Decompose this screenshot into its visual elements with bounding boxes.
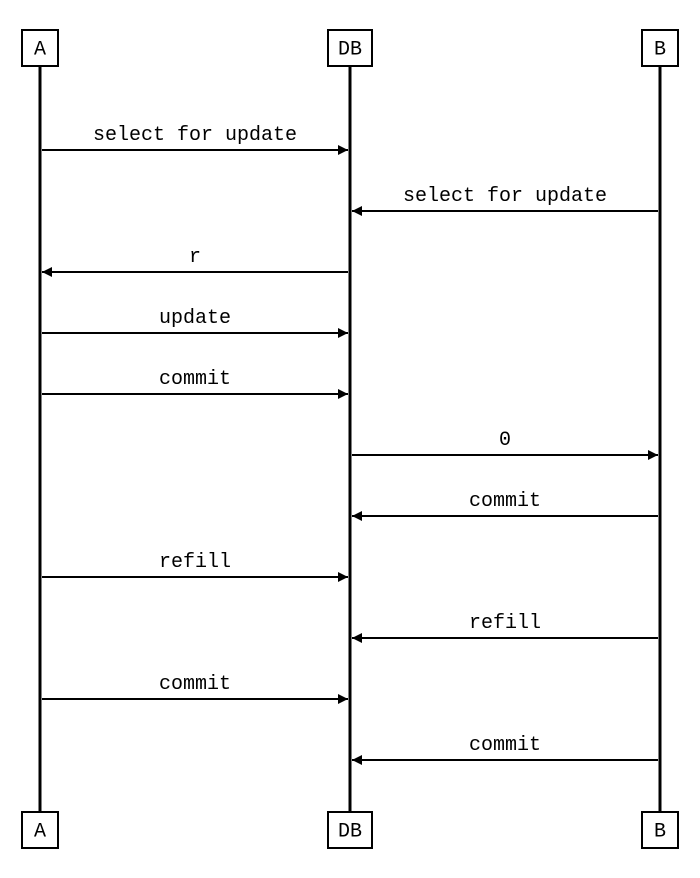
message-label-9: commit — [159, 673, 231, 696]
actor-label-b-top: B — [654, 38, 666, 61]
actor-label-a-bottom: A — [34, 820, 46, 843]
message-label-4: commit — [159, 368, 231, 391]
message-label-5: 0 — [499, 429, 511, 452]
message-label-8: refill — [469, 612, 541, 635]
message-label-3: update — [159, 307, 231, 330]
message-label-6: commit — [469, 490, 541, 513]
message-label-7: refill — [159, 551, 231, 574]
actor-label-db-top: DB — [338, 38, 362, 61]
actor-label-db-bottom: DB — [338, 820, 362, 843]
actor-label-a-top: A — [34, 38, 46, 61]
sequence-diagram: A DB B A DB Bselect for update select for upda… — [0, 0, 700, 878]
actor-label-b-bottom: B — [654, 820, 666, 843]
message-label-2: r — [189, 246, 201, 269]
message-label-1: select for update — [403, 185, 607, 208]
message-label-10: commit — [469, 734, 541, 757]
message-label-0: select for update — [93, 124, 297, 147]
